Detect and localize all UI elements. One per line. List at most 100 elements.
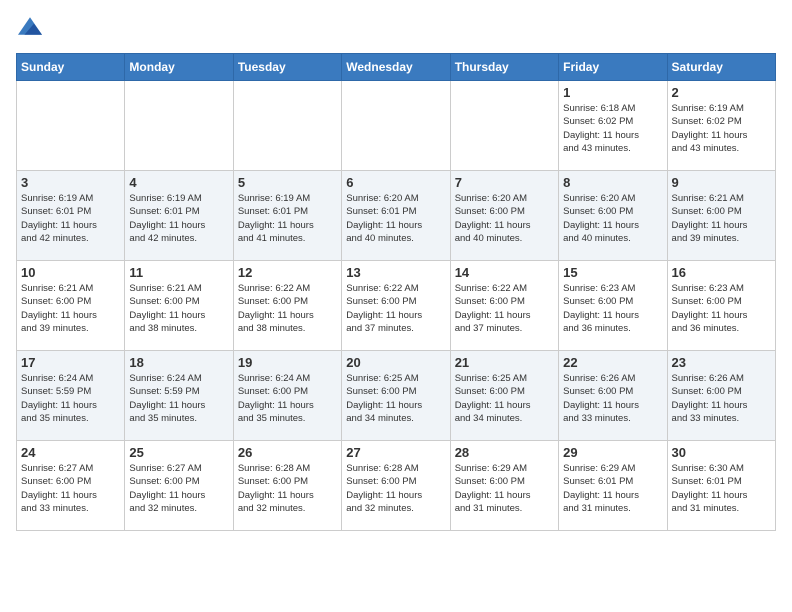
- calendar-day-cell: 25Sunrise: 6:27 AM Sunset: 6:00 PM Dayli…: [125, 441, 233, 531]
- day-info: Sunrise: 6:20 AM Sunset: 6:01 PM Dayligh…: [346, 192, 445, 245]
- day-number: 16: [672, 265, 771, 280]
- day-info: Sunrise: 6:21 AM Sunset: 6:00 PM Dayligh…: [21, 282, 120, 335]
- calendar-day-cell: 24Sunrise: 6:27 AM Sunset: 6:00 PM Dayli…: [17, 441, 125, 531]
- weekday-header-tuesday: Tuesday: [233, 54, 341, 81]
- calendar-day-cell: 20 Sunrise: 6:25 AM Sunset: 6:00 PM Dayli…: [342, 351, 450, 441]
- day-number: 26: [238, 445, 337, 460]
- calendar-day-cell: 22 Sunrise: 6:26 AM Sunset: 6:00 PM Dayli…: [559, 351, 667, 441]
- day-info: Sunrise: 6:29 AM Sunset: 6:00 PM Dayligh…: [455, 462, 554, 515]
- day-info: Sunrise: 6:24 AM Sunset: 5:59 PM Dayligh…: [129, 372, 228, 425]
- calendar-day-cell: 9 Sunrise: 6:21 AM Sunset: 6:00 PM Daylig…: [667, 171, 775, 261]
- logo-icon: [18, 16, 42, 36]
- weekday-header-saturday: Saturday: [667, 54, 775, 81]
- day-info: Sunrise: 6:28 AM Sunset: 6:00 PM Dayligh…: [238, 462, 337, 515]
- calendar-day-cell: 11 Sunrise: 6:21 AM Sunset: 6:00 PM Dayli…: [125, 261, 233, 351]
- day-number: 15: [563, 265, 662, 280]
- day-number: 21: [455, 355, 554, 370]
- weekday-header-monday: Monday: [125, 54, 233, 81]
- day-number: 30: [672, 445, 771, 460]
- day-number: 18: [129, 355, 228, 370]
- calendar-day-cell: 6 Sunrise: 6:20 AM Sunset: 6:01 PM Daylig…: [342, 171, 450, 261]
- calendar-day-cell: 30 Sunrise: 6:30 AM Sunset: 6:01 PM Dayli…: [667, 441, 775, 531]
- day-number: 13: [346, 265, 445, 280]
- day-info: Sunrise: 6:19 AM Sunset: 6:01 PM Dayligh…: [238, 192, 337, 245]
- calendar-day-cell: 23Sunrise: 6:26 AM Sunset: 6:00 PM Dayli…: [667, 351, 775, 441]
- weekday-header-wednesday: Wednesday: [342, 54, 450, 81]
- day-info: Sunrise: 6:26 AM Sunset: 6:00 PM Dayligh…: [563, 372, 662, 425]
- day-info: Sunrise: 6:29 AM Sunset: 6:01 PM Dayligh…: [563, 462, 662, 515]
- calendar-day-cell: 29Sunrise: 6:29 AM Sunset: 6:01 PM Dayli…: [559, 441, 667, 531]
- page-header: [16, 16, 776, 41]
- calendar-day-cell: [342, 81, 450, 171]
- day-number: 11: [129, 265, 228, 280]
- calendar-header: SundayMondayTuesdayWednesdayThursdayFrid…: [17, 54, 776, 81]
- day-info: Sunrise: 6:23 AM Sunset: 6:00 PM Dayligh…: [672, 282, 771, 335]
- calendar-day-cell: 19 Sunrise: 6:24 AM Sunset: 6:00 PM Dayli…: [233, 351, 341, 441]
- calendar-day-cell: 18 Sunrise: 6:24 AM Sunset: 5:59 PM Dayli…: [125, 351, 233, 441]
- calendar-week-row: 3Sunrise: 6:19 AM Sunset: 6:01 PM Daylig…: [17, 171, 776, 261]
- calendar-day-cell: 10 Sunrise: 6:21 AM Sunset: 6:00 PM Dayli…: [17, 261, 125, 351]
- weekday-header-thursday: Thursday: [450, 54, 558, 81]
- day-number: 10: [21, 265, 120, 280]
- calendar-day-cell: 1 Sunrise: 6:18 AM Sunset: 6:02 PM Daylig…: [559, 81, 667, 171]
- day-info: Sunrise: 6:25 AM Sunset: 6:00 PM Dayligh…: [455, 372, 554, 425]
- day-info: Sunrise: 6:24 AM Sunset: 5:59 PM Dayligh…: [21, 372, 120, 425]
- day-info: Sunrise: 6:23 AM Sunset: 6:00 PM Dayligh…: [563, 282, 662, 335]
- calendar-day-cell: [233, 81, 341, 171]
- day-info: Sunrise: 6:25 AM Sunset: 6:00 PM Dayligh…: [346, 372, 445, 425]
- calendar-week-row: 1 Sunrise: 6:18 AM Sunset: 6:02 PM Daylig…: [17, 81, 776, 171]
- day-info: Sunrise: 6:21 AM Sunset: 6:00 PM Dayligh…: [672, 192, 771, 245]
- day-number: 12: [238, 265, 337, 280]
- calendar-day-cell: 16 Sunrise: 6:23 AM Sunset: 6:00 PM Dayli…: [667, 261, 775, 351]
- calendar-day-cell: 4 Sunrise: 6:19 AM Sunset: 6:01 PM Daylig…: [125, 171, 233, 261]
- day-info: Sunrise: 6:19 AM Sunset: 6:01 PM Dayligh…: [129, 192, 228, 245]
- day-info: Sunrise: 6:24 AM Sunset: 6:00 PM Dayligh…: [238, 372, 337, 425]
- calendar-day-cell: 7Sunrise: 6:20 AM Sunset: 6:00 PM Daylig…: [450, 171, 558, 261]
- day-number: 4: [129, 175, 228, 190]
- day-info: Sunrise: 6:18 AM Sunset: 6:02 PM Dayligh…: [563, 102, 662, 155]
- calendar-day-cell: 27 Sunrise: 6:28 AM Sunset: 6:00 PM Dayli…: [342, 441, 450, 531]
- calendar-day-cell: [125, 81, 233, 171]
- logo: [16, 16, 46, 41]
- day-info: Sunrise: 6:20 AM Sunset: 6:00 PM Dayligh…: [563, 192, 662, 245]
- calendar-day-cell: 26 Sunrise: 6:28 AM Sunset: 6:00 PM Dayli…: [233, 441, 341, 531]
- calendar-day-cell: 15 Sunrise: 6:23 AM Sunset: 6:00 PM Dayli…: [559, 261, 667, 351]
- calendar-week-row: 24Sunrise: 6:27 AM Sunset: 6:00 PM Dayli…: [17, 441, 776, 531]
- calendar-day-cell: 21 Sunrise: 6:25 AM Sunset: 6:00 PM Dayli…: [450, 351, 558, 441]
- day-number: 20: [346, 355, 445, 370]
- day-number: 6: [346, 175, 445, 190]
- day-number: 5: [238, 175, 337, 190]
- day-number: 25: [129, 445, 228, 460]
- day-number: 19: [238, 355, 337, 370]
- day-number: 28: [455, 445, 554, 460]
- calendar-body: 1 Sunrise: 6:18 AM Sunset: 6:02 PM Daylig…: [17, 81, 776, 531]
- weekday-header-sunday: Sunday: [17, 54, 125, 81]
- calendar-table: SundayMondayTuesdayWednesdayThursdayFrid…: [16, 53, 776, 531]
- weekday-header-friday: Friday: [559, 54, 667, 81]
- calendar-day-cell: [450, 81, 558, 171]
- day-info: Sunrise: 6:30 AM Sunset: 6:01 PM Dayligh…: [672, 462, 771, 515]
- day-number: 23: [672, 355, 771, 370]
- day-number: 22: [563, 355, 662, 370]
- weekday-header-row: SundayMondayTuesdayWednesdayThursdayFrid…: [17, 54, 776, 81]
- calendar-day-cell: 3Sunrise: 6:19 AM Sunset: 6:01 PM Daylig…: [17, 171, 125, 261]
- day-number: 24: [21, 445, 120, 460]
- calendar-day-cell: [17, 81, 125, 171]
- day-number: 1: [563, 85, 662, 100]
- calendar-day-cell: 2Sunrise: 6:19 AM Sunset: 6:02 PM Daylig…: [667, 81, 775, 171]
- day-number: 9: [672, 175, 771, 190]
- calendar-week-row: 10 Sunrise: 6:21 AM Sunset: 6:00 PM Dayli…: [17, 261, 776, 351]
- calendar-day-cell: 14Sunrise: 6:22 AM Sunset: 6:00 PM Dayli…: [450, 261, 558, 351]
- day-number: 27: [346, 445, 445, 460]
- day-info: Sunrise: 6:28 AM Sunset: 6:00 PM Dayligh…: [346, 462, 445, 515]
- day-number: 7: [455, 175, 554, 190]
- calendar-day-cell: 13 Sunrise: 6:22 AM Sunset: 6:00 PM Dayli…: [342, 261, 450, 351]
- day-number: 14: [455, 265, 554, 280]
- day-number: 17: [21, 355, 120, 370]
- calendar-day-cell: 28 Sunrise: 6:29 AM Sunset: 6:00 PM Dayli…: [450, 441, 558, 531]
- day-info: Sunrise: 6:21 AM Sunset: 6:00 PM Dayligh…: [129, 282, 228, 335]
- calendar-day-cell: 8Sunrise: 6:20 AM Sunset: 6:00 PM Daylig…: [559, 171, 667, 261]
- day-info: Sunrise: 6:22 AM Sunset: 6:00 PM Dayligh…: [346, 282, 445, 335]
- calendar-week-row: 17 Sunrise: 6:24 AM Sunset: 5:59 PM Dayli…: [17, 351, 776, 441]
- calendar-day-cell: 17 Sunrise: 6:24 AM Sunset: 5:59 PM Dayli…: [17, 351, 125, 441]
